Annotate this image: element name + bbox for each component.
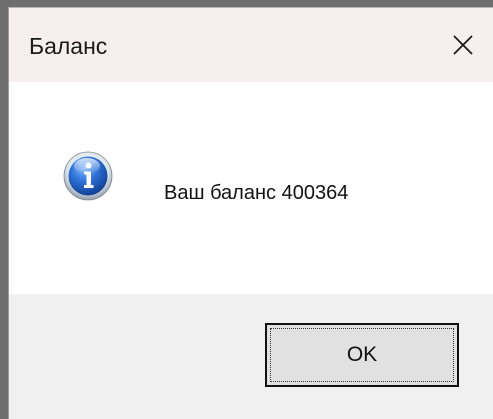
dialog-title: Баланс <box>29 33 108 59</box>
balance-message: Ваш баланс 400364 <box>164 182 349 204</box>
ok-button[interactable]: OK <box>265 323 459 387</box>
dialog-footer: OK <box>9 294 493 419</box>
message-dialog: Баланс Ваш баланс 400364 OK <box>8 7 493 419</box>
close-icon <box>453 35 473 55</box>
dialog-content: Ваш баланс 400364 <box>9 82 493 294</box>
close-button[interactable] <box>433 8 493 82</box>
info-icon <box>63 151 113 201</box>
title-bar[interactable]: Баланс <box>9 8 493 82</box>
ok-button-label: OK <box>270 328 454 382</box>
